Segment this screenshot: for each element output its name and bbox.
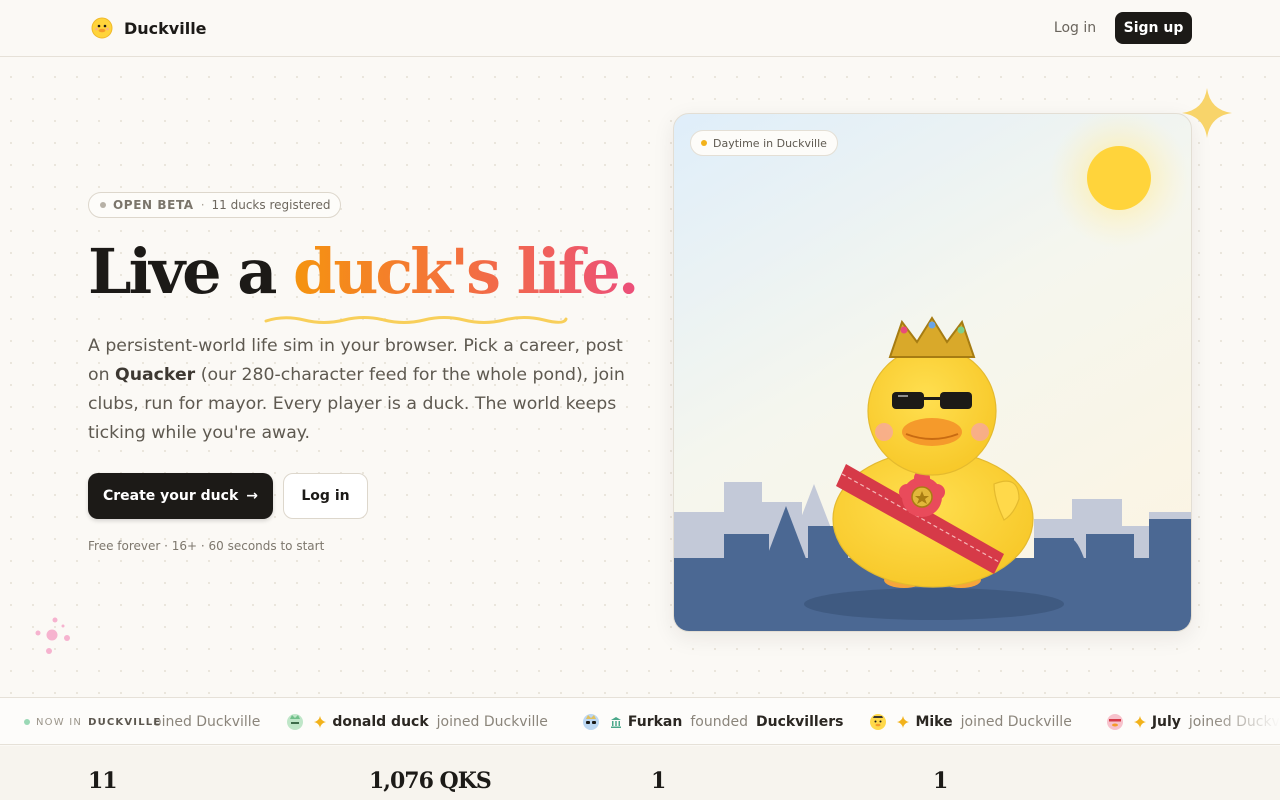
create-duck-button[interactable]: Create your duck →	[88, 473, 273, 519]
squiggle-underline	[264, 316, 568, 324]
brand-link[interactable]: Duckville	[90, 16, 207, 40]
ticker-action: joined Duckville	[960, 714, 1072, 730]
top-nav: Duckville Log in Sign up	[0, 0, 1280, 57]
ticker-item[interactable]: donald duck joined Duckville	[286, 698, 556, 744]
ticker-partial-text: oined Duckville	[153, 714, 261, 730]
stat-value: 1	[933, 768, 948, 794]
stats-row: 11 1,076 QKS 1 1	[0, 746, 1280, 800]
ticker-label-prefix: NOW IN	[36, 716, 83, 728]
headline-highlight: duck's life.	[292, 235, 639, 308]
crown-icon	[888, 316, 976, 358]
beta-badge: OPEN BETA · 11 ducks registered	[88, 192, 342, 218]
ticker-user-name: Furkan	[627, 714, 683, 730]
activity-ticker: oined Duckville donald duck joined Duckv…	[0, 697, 1280, 745]
nav-login-link[interactable]: Log in	[1046, 12, 1104, 44]
building-icon	[610, 717, 621, 728]
stat-value: 1	[651, 768, 666, 794]
duck-logo-icon	[91, 17, 113, 39]
ticker-track: oined Duckville donald duck joined Duckv…	[153, 698, 1280, 744]
ticker-user-name: donald duck	[332, 714, 429, 730]
time-of-day-badge: Daytime in Duckville	[690, 130, 838, 156]
beta-separator: ·	[200, 198, 205, 212]
ticker-user-name: July	[1151, 714, 1181, 730]
headline-dark: Live a	[88, 235, 277, 308]
blue-duck-avatar-icon	[582, 714, 599, 730]
ticker-action: founded	[690, 714, 748, 730]
sparkle-icon	[1133, 716, 1146, 728]
hero-description: A persistent-world life sim in your brow…	[88, 332, 640, 448]
nav-signup-button[interactable]: Sign up	[1115, 12, 1192, 44]
ticker-action: joined Duckville	[436, 714, 548, 730]
sun-status-dot	[701, 140, 707, 146]
sparkle-icon	[897, 716, 910, 728]
stat-value: 11	[88, 768, 118, 794]
ticker-item[interactable]: Furkan founded Duckvillers	[582, 698, 844, 744]
stat-value: 1,076 QKS	[369, 768, 492, 794]
yellow-duck-avatar-icon	[870, 714, 887, 730]
arrow-right-icon: →	[246, 488, 258, 504]
hero-login-button[interactable]: Log in	[283, 473, 368, 519]
ticker-fade	[1210, 698, 1280, 744]
ticker-item[interactable]: Mike joined Duckville	[869, 698, 1079, 744]
live-dot	[24, 719, 30, 725]
ticker-label: NOW IN DUCKVILLE	[0, 698, 163, 744]
gold-sparkle-icon	[1182, 88, 1232, 138]
pink-sparkle-icon	[35, 617, 70, 654]
pink-duck-avatar-icon	[1106, 714, 1123, 730]
duckville-scene-card: Daytime in Duckville	[673, 113, 1192, 632]
brand-name: Duckville	[124, 18, 207, 38]
ticker-user-name: Mike	[915, 714, 953, 730]
duck-scene-illustration	[674, 114, 1191, 631]
beta-label: OPEN BETA	[113, 198, 194, 212]
status-dot	[100, 202, 106, 208]
quacker-link-text: Quacker	[115, 365, 196, 385]
sparkle-icon	[314, 716, 327, 728]
green-duck-avatar-icon	[287, 714, 304, 730]
registered-count: 11 ducks registered	[211, 198, 331, 212]
ticker-label-place: DUCKVILLE	[88, 716, 162, 728]
ticker-item: oined Duckville	[153, 698, 261, 744]
page-title: Live a duck's life.	[88, 235, 639, 308]
create-duck-label: Create your duck	[102, 488, 239, 504]
ticker-club-name: Duckvillers	[755, 714, 844, 730]
time-of-day-label: Daytime in Duckville	[713, 136, 827, 150]
fine-print: Free forever · 16+ · 60 seconds to start	[88, 539, 325, 553]
